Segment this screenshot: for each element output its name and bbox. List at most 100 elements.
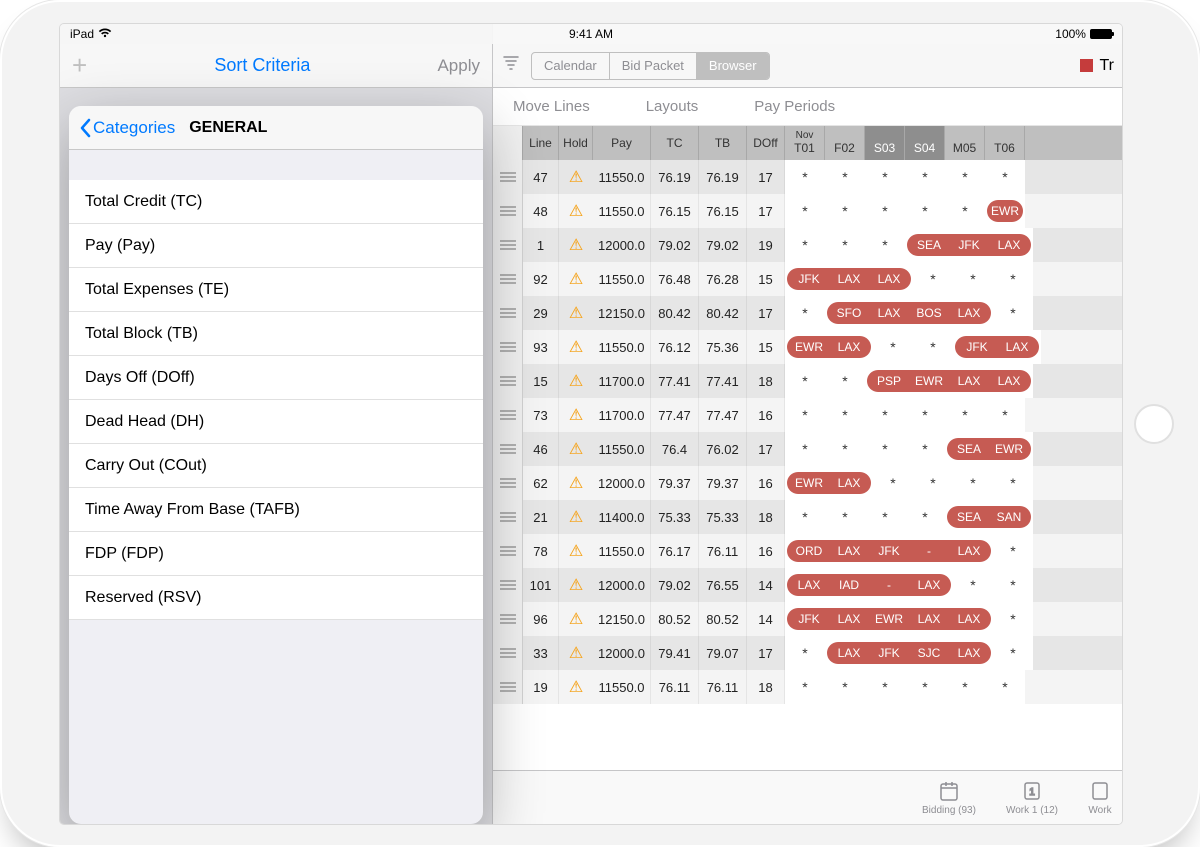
trip-pill[interactable]: EWR xyxy=(987,200,1023,222)
battery-percent: 100% xyxy=(1055,27,1086,41)
trip-pill[interactable]: JFKLAXLAX xyxy=(787,268,911,290)
drag-handle[interactable] xyxy=(493,262,523,296)
drag-handle[interactable] xyxy=(493,568,523,602)
drag-handle[interactable] xyxy=(493,500,523,534)
trip-pill[interactable]: PSPEWRLAXLAX xyxy=(867,370,1031,392)
criteria-row[interactable]: Pay (Pay) xyxy=(69,224,483,268)
drag-handle[interactable] xyxy=(493,330,523,364)
day-col-M05[interactable]: M05 xyxy=(945,126,985,160)
cell-tb: 75.33 xyxy=(699,500,747,534)
menu-move-lines[interactable]: Move Lines xyxy=(513,98,590,115)
drag-handle[interactable] xyxy=(493,160,523,194)
cell-doff: 18 xyxy=(747,364,785,398)
line-row[interactable]: 2912150.080.4280.4217*SFOLAXBOSLAX* xyxy=(493,296,1122,330)
drag-handle[interactable] xyxy=(493,534,523,568)
criteria-row[interactable]: Carry Out (COut) xyxy=(69,444,483,488)
drag-handle[interactable] xyxy=(493,432,523,466)
criteria-row[interactable]: Time Away From Base (TAFB) xyxy=(69,488,483,532)
criteria-row[interactable]: FDP (FDP) xyxy=(69,532,483,576)
lines-toolbar: CalendarBid PacketBrowser Tr xyxy=(493,44,1122,88)
trip-pill[interactable]: LAXIAD-LAX xyxy=(787,574,951,596)
trip-pill[interactable]: SFOLAXBOSLAX xyxy=(827,302,991,324)
menu-pay-periods[interactable]: Pay Periods xyxy=(754,98,835,115)
line-row[interactable]: 10112000.079.0276.5514LAXIAD-LAX** xyxy=(493,568,1122,602)
line-row[interactable]: 4811550.076.1576.1517*****EWR xyxy=(493,194,1122,228)
cell-line: 46 xyxy=(523,432,559,466)
cell-tc: 79.37 xyxy=(651,466,699,500)
line-row[interactable]: 9311550.076.1275.3615EWRLAX**JFKLAX xyxy=(493,330,1122,364)
col-line[interactable]: Line xyxy=(523,126,559,160)
add-button[interactable]: + xyxy=(72,50,87,81)
drag-handle[interactable] xyxy=(493,228,523,262)
drag-handle[interactable] xyxy=(493,636,523,670)
trip-pill[interactable]: EWRLAX xyxy=(787,336,871,358)
trip-pill[interactable]: ORDLAXJFK-LAX xyxy=(787,540,991,562)
trip-pill[interactable]: SEASAN xyxy=(947,506,1031,528)
empty-slot: * xyxy=(993,645,1033,661)
segment-bid-packet[interactable]: Bid Packet xyxy=(610,53,697,79)
line-row[interactable]: 4611550.076.476.0217****SEAEWR xyxy=(493,432,1122,466)
criteria-row[interactable]: Days Off (DOff) xyxy=(69,356,483,400)
trip-pill[interactable]: SEAJFKLAX xyxy=(907,234,1031,256)
segment-browser[interactable]: Browser xyxy=(697,53,769,79)
menu-layouts[interactable]: Layouts xyxy=(646,98,699,115)
tab-bidding-93-[interactable]: Bidding (93) xyxy=(922,779,976,816)
col-hold[interactable]: Hold xyxy=(559,126,593,160)
line-row[interactable]: 9612150.080.5280.5214JFKLAXEWRLAXLAX* xyxy=(493,602,1122,636)
trip-pill[interactable]: JFKLAXEWRLAXLAX xyxy=(787,608,991,630)
home-button[interactable] xyxy=(1134,404,1174,444)
view-segmented-control[interactable]: CalendarBid PacketBrowser xyxy=(531,52,770,80)
criteria-row[interactable]: Dead Head (DH) xyxy=(69,400,483,444)
bottom-tab-bar: Bidding (93) 1Work 1 (12) Work xyxy=(493,770,1122,824)
cell-tc: 76.48 xyxy=(651,262,699,296)
cell-line: 21 xyxy=(523,500,559,534)
empty-slot: * xyxy=(993,577,1033,593)
empty-slot: * xyxy=(785,407,825,423)
day-col-S04[interactable]: S04 xyxy=(905,126,945,160)
line-row[interactable]: 7311700.077.4777.4716****** xyxy=(493,398,1122,432)
day-col-F02[interactable]: F02 xyxy=(825,126,865,160)
criteria-row[interactable]: Total Expenses (TE) xyxy=(69,268,483,312)
drag-handle[interactable] xyxy=(493,364,523,398)
trip-pill[interactable]: JFKLAX xyxy=(955,336,1039,358)
status-bar: iPad 9:41 AM 100% xyxy=(60,24,1122,44)
tab-work-1-12-[interactable]: 1Work 1 (12) xyxy=(1006,779,1058,816)
empty-slot: * xyxy=(873,475,913,491)
apply-button[interactable]: Apply xyxy=(437,56,480,76)
line-row[interactable]: 3312000.079.4179.0717*LAXJFKSJCLAX* xyxy=(493,636,1122,670)
day-col-T01[interactable]: NovT01 xyxy=(785,126,825,160)
drag-handle[interactable] xyxy=(493,670,523,704)
sort-criteria-panel: + Sort Criteria Apply Categories GENERAL… xyxy=(60,24,492,824)
line-row[interactable]: 112000.079.0279.0219***SEAJFKLAX xyxy=(493,228,1122,262)
day-col-T06[interactable]: T06 xyxy=(985,126,1025,160)
tab-work[interactable]: Work xyxy=(1088,779,1112,816)
drag-handle[interactable] xyxy=(493,466,523,500)
criteria-row[interactable]: Total Block (TB) xyxy=(69,312,483,356)
cell-line: 1 xyxy=(523,228,559,262)
line-row[interactable]: 1511700.077.4177.4118**PSPEWRLAXLAX xyxy=(493,364,1122,398)
criteria-row[interactable]: Total Credit (TC) xyxy=(69,180,483,224)
line-row[interactable]: 7811550.076.1776.1116ORDLAXJFK-LAX* xyxy=(493,534,1122,568)
line-row[interactable]: 6212000.079.3779.3716EWRLAX**** xyxy=(493,466,1122,500)
filter-icon[interactable] xyxy=(501,53,521,78)
day-col-S03[interactable]: S03 xyxy=(865,126,905,160)
drag-handle[interactable] xyxy=(493,398,523,432)
criteria-row[interactable]: Reserved (RSV) xyxy=(69,576,483,620)
line-row[interactable]: 2111400.075.3375.3318****SEASAN xyxy=(493,500,1122,534)
trip-pill[interactable]: SEAEWR xyxy=(947,438,1031,460)
drag-handle[interactable] xyxy=(493,296,523,330)
line-row[interactable]: 1911550.076.1176.1118****** xyxy=(493,670,1122,704)
col-doff[interactable]: DOff xyxy=(747,126,785,160)
drag-handle[interactable] xyxy=(493,194,523,228)
col-tc[interactable]: TC xyxy=(651,126,699,160)
col-tb[interactable]: TB xyxy=(699,126,747,160)
drag-handle[interactable] xyxy=(493,602,523,636)
back-button[interactable]: Categories xyxy=(79,118,175,138)
segment-calendar[interactable]: Calendar xyxy=(532,53,610,79)
trip-pill[interactable]: LAXJFKSJCLAX xyxy=(827,642,991,664)
line-row[interactable]: 4711550.076.1976.1917****** xyxy=(493,160,1122,194)
line-row[interactable]: 9211550.076.4876.2815JFKLAXLAX*** xyxy=(493,262,1122,296)
trip-pill[interactable]: EWRLAX xyxy=(787,472,871,494)
col-pay[interactable]: Pay xyxy=(593,126,651,160)
tr-color-swatch xyxy=(1080,59,1093,72)
